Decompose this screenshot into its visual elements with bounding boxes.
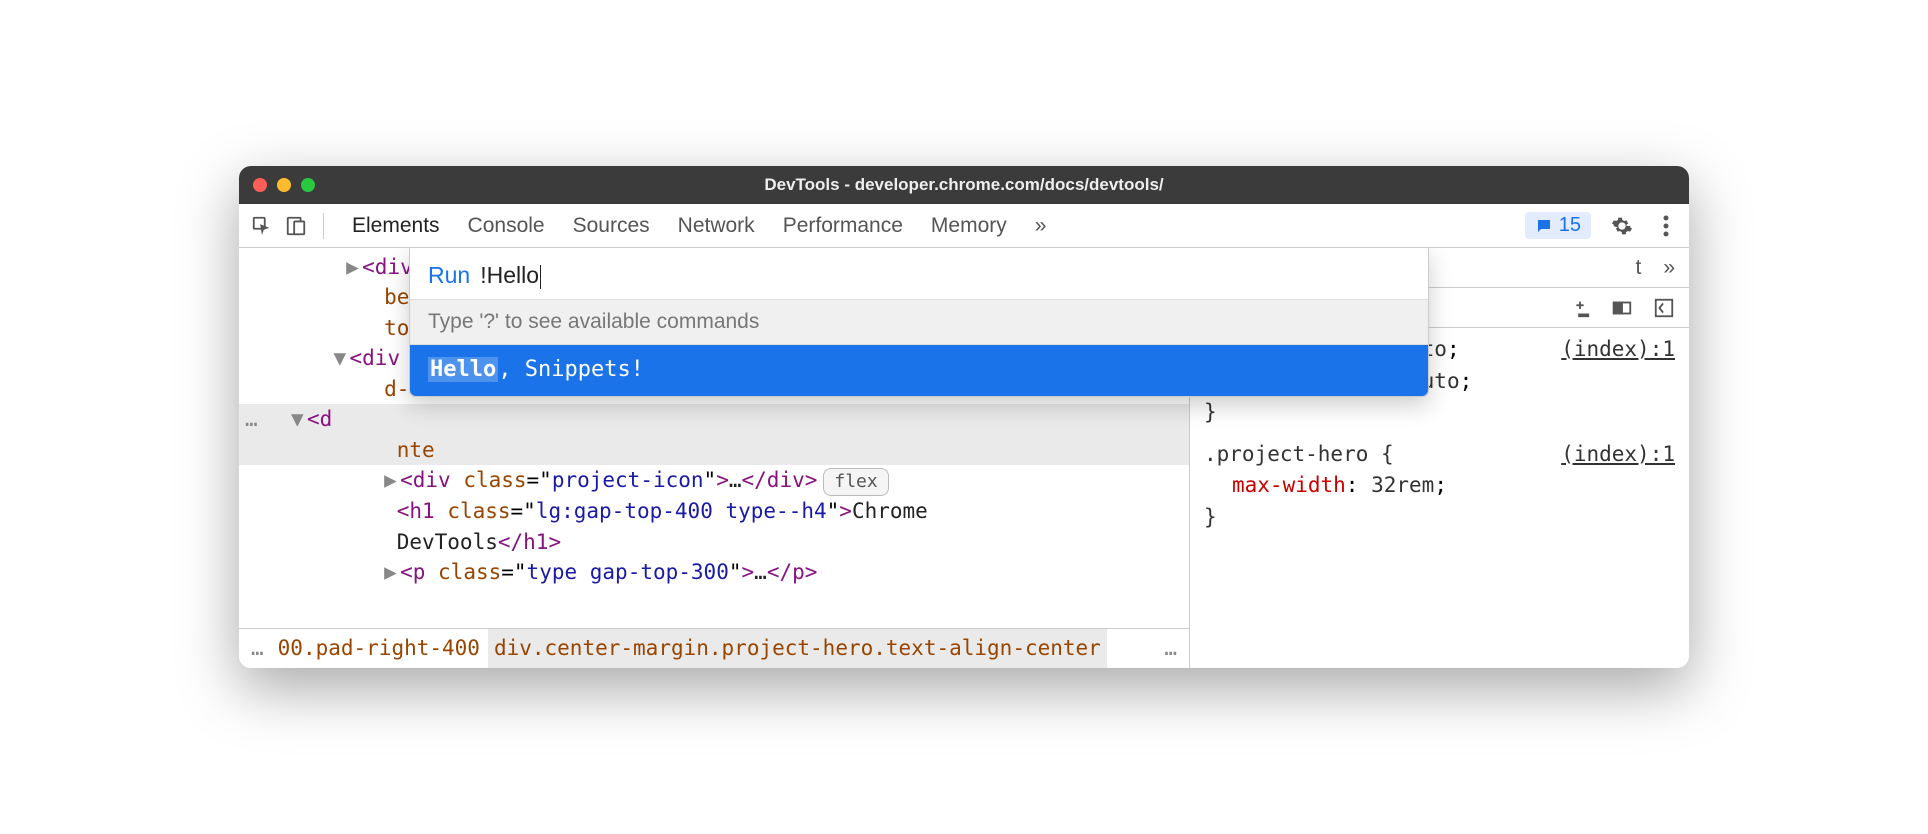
tab-elements[interactable]: Elements <box>352 214 440 238</box>
issues-badge[interactable]: 15 <box>1525 212 1591 239</box>
dom-line-selected[interactable]: … ▼<d <box>239 404 1189 434</box>
toggle-classes-icon[interactable] <box>1611 297 1633 319</box>
breadcrumb-item-selected[interactable]: div.center-margin.project-hero.text-alig… <box>488 629 1107 667</box>
sidebar-tab-partial[interactable]: t <box>1635 256 1641 280</box>
tab-overflow[interactable]: » <box>1035 214 1047 238</box>
window-title: DevTools - developer.chrome.com/docs/dev… <box>239 175 1689 195</box>
match-highlight: Hello <box>428 357 498 382</box>
inspect-element-icon[interactable] <box>249 213 275 239</box>
minimize-window-button[interactable] <box>277 178 291 192</box>
breadcrumb-overflow-left[interactable]: … <box>245 633 270 663</box>
zoom-window-button[interactable] <box>301 178 315 192</box>
text-caret <box>540 265 541 289</box>
breadcrumb-overflow-right[interactable]: … <box>1158 633 1183 663</box>
device-toolbar-icon[interactable] <box>283 213 309 239</box>
dom-line-selected[interactable]: nte <box>239 435 1189 465</box>
command-hint: Type '?' to see available commands <box>410 299 1428 345</box>
computed-panel-icon[interactable] <box>1653 297 1675 319</box>
issues-count: 15 <box>1559 214 1581 237</box>
tab-network[interactable]: Network <box>678 214 755 238</box>
tab-performance[interactable]: Performance <box>783 214 903 238</box>
kebab-menu-icon[interactable] <box>1653 213 1679 239</box>
new-style-rule-icon[interactable] <box>1569 297 1591 319</box>
source-link[interactable]: (index):1 <box>1561 439 1675 471</box>
toolbar-divider <box>323 213 324 239</box>
dom-line[interactable]: ▶<p class="type gap-top-300">…</p> <box>239 557 1189 587</box>
breadcrumbs[interactable]: … 00.pad-right-400 div.center-margin.pro… <box>239 628 1189 668</box>
toolbar-right: 15 <box>1525 212 1679 239</box>
sidebar-tab-overflow[interactable]: » <box>1663 256 1675 280</box>
command-input-row[interactable]: Run !Hello <box>410 248 1428 299</box>
command-result-item[interactable]: Hello, Snippets! <box>410 345 1428 396</box>
titlebar: DevTools - developer.chrome.com/docs/dev… <box>239 166 1689 204</box>
run-prefix-label: Run <box>428 262 470 289</box>
tab-console[interactable]: Console <box>468 214 545 238</box>
tab-sources[interactable]: Sources <box>573 214 650 238</box>
tab-memory[interactable]: Memory <box>931 214 1007 238</box>
panel-tabs: Elements Console Sources Network Perform… <box>352 214 1517 238</box>
content-area: ▶<div betw top- ▼<div d-ri … ▼<d nte ▶<d… <box>239 248 1689 668</box>
dom-line[interactable]: <h1 class="lg:gap-top-400 type--h4">Chro… <box>239 496 1189 526</box>
settings-icon[interactable] <box>1609 213 1635 239</box>
close-window-button[interactable] <box>253 178 267 192</box>
devtools-window: DevTools - developer.chrome.com/docs/dev… <box>239 166 1689 668</box>
source-link[interactable]: (index):1 <box>1561 334 1675 366</box>
flex-badge[interactable]: flex <box>823 468 888 496</box>
dom-line[interactable]: ▶<div class="project-icon">…</div>flex <box>239 465 1189 496</box>
main-toolbar: Elements Console Sources Network Perform… <box>239 204 1689 248</box>
window-controls <box>253 178 315 192</box>
command-input[interactable]: !Hello <box>480 262 541 289</box>
dom-line[interactable]: DevTools</h1> <box>239 527 1189 557</box>
breadcrumb-item[interactable]: 00.pad-right-400 <box>278 633 480 663</box>
command-menu[interactable]: Run !Hello Type '?' to see available com… <box>409 248 1429 397</box>
